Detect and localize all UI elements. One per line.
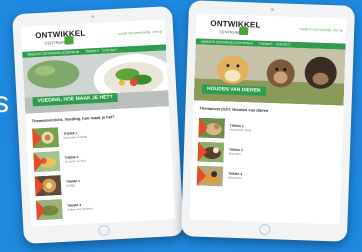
theme-card[interactable]: THEMA 3 Dierentuin [196,165,288,191]
theme-card[interactable]: THEMA 1 Gezonde voeding [32,124,123,151]
theme-card[interactable]: THEMA 3 Ontbijt [34,172,126,199]
orange-triangle-icon [35,199,46,221]
theme-subtitle: Ontbijt [66,183,75,188]
section-title: Themaoverzicht: Voeding, hoe maak je het… [31,114,115,124]
site-logo-sub: CENTRUM [44,39,65,46]
orange-triangle-icon [33,151,44,173]
site-logo[interactable]: ONTWIKKEL [35,29,86,41]
theme-subtitle: Dierentuin [227,175,242,181]
theme-subtitle: Huisdieren thuis [229,127,252,133]
site-logo-sub: CENTRUM [218,29,240,35]
home-button[interactable] [97,224,110,237]
hero-image-food: VOEDING, HOE MAAK JE HET? [22,50,170,114]
nav-item-contact[interactable]: CONTACT [276,42,291,47]
theme-subtitle: Groente en fruit [64,158,86,164]
logo-mark-icon [238,26,249,36]
orange-triangle-icon [196,165,207,186]
orange-triangle-icon [34,175,45,197]
website-screen: ONTWIKKEL CENTRUM maakt het persoonlijk,… [20,19,176,227]
nav-item-contact[interactable]: CONTACT [102,48,117,53]
hero-image-animals: HOUDEN VAN DIEREN [193,44,346,106]
home-button[interactable] [258,223,270,236]
section-title: Themaoverzicht: Houden van dieren [199,105,269,114]
camera-dot [90,15,94,19]
tablet-food: ONTWIKKEL CENTRUM maakt het persoonlijk,… [12,5,184,245]
orange-triangle-icon [32,127,43,149]
theme-card[interactable]: THEMA 2 Groente en fruit [33,148,124,175]
theme-subtitle: Koken met groente [67,206,93,212]
website-screen: ONTWIKKEL CENTRUM maakt het persoonlijk,… [189,13,347,225]
orange-triangle-icon [197,141,208,162]
logo-mark-icon [64,36,74,45]
theme-card[interactable]: THEMA 2 Boerderij [197,141,288,167]
background-letter: s [0,86,9,119]
theme-card[interactable]: THEMA 4 Koken met groente [35,196,127,223]
nav-item-themes[interactable]: THEMA'S [85,49,99,54]
dogs-photo [193,44,346,106]
theme-subtitle: Gezonde voeding [63,134,88,140]
site-tagline: maakt het persoonlijk, niet op [118,29,163,36]
theme-subtitle: Boerderij [228,151,241,157]
tablet-animals: ONTWIKKEL CENTRUM maakt het persoonlijk,… [180,0,356,242]
theme-card[interactable]: THEMA 1 Huisdieren thuis [198,117,289,143]
orange-triangle-icon [198,117,209,138]
camera-dot [270,8,274,12]
site-tagline: maakt het persoonlijk, niet op [299,27,344,33]
nav-item-themes[interactable]: THEMA'S [259,42,273,46]
site-logo[interactable]: ONTWIKKEL [210,19,261,30]
